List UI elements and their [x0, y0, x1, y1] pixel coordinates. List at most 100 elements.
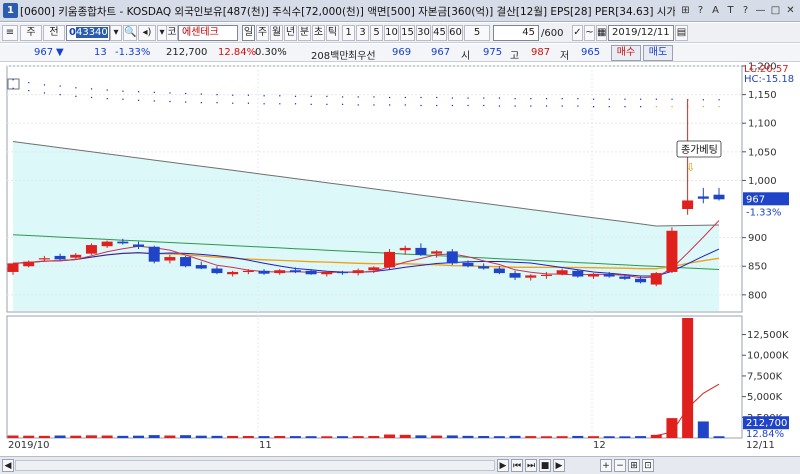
buy-button[interactable]: 매수	[611, 45, 641, 61]
candle-body	[85, 245, 97, 254]
signal-dot-top	[420, 96, 422, 99]
signal-dot-top	[106, 89, 108, 91]
first-bar-icon[interactable]: ⏮	[511, 459, 523, 472]
sell-button[interactable]: 매도	[643, 45, 673, 61]
bar-count-input[interactable]: 45	[493, 25, 539, 41]
candle-body	[195, 265, 207, 269]
signal-dot-top	[357, 96, 359, 98]
scroll-left-icon[interactable]: ◀	[2, 459, 14, 472]
candle-body	[101, 241, 113, 247]
volume-bar	[368, 436, 380, 438]
chart-scrollbar[interactable]	[15, 460, 495, 471]
market-select[interactable]: 주	[20, 25, 42, 41]
zoom-icon[interactable]: ✓	[572, 25, 583, 41]
signal-dot-top	[200, 93, 202, 95]
close-button[interactable]: ✕	[783, 3, 798, 18]
period-tab-day[interactable]: 일	[242, 25, 255, 41]
search-icon[interactable]: 🔍	[123, 25, 137, 41]
volume-bar	[274, 436, 286, 438]
interval-15[interactable]: 15	[400, 25, 415, 41]
stock-code-input[interactable]: 043340	[66, 25, 110, 41]
stock-name-field[interactable]: 에센테크	[178, 25, 238, 41]
candle-body	[117, 241, 129, 244]
volume-tick-label: 12,500K	[747, 330, 789, 341]
code-prefix: 0	[69, 27, 76, 38]
interval-45[interactable]: 45	[432, 25, 447, 41]
help-icon[interactable]: ?	[693, 3, 708, 18]
signal-dot-top	[122, 90, 124, 92]
calendar-icon[interactable]: ▤	[675, 25, 688, 41]
candle-body	[713, 194, 725, 200]
signal-dot-second	[514, 105, 516, 107]
interval-custom-select[interactable]: 5	[464, 25, 490, 41]
signal-dot-top	[545, 98, 548, 100]
period-tab-second[interactable]: 초	[312, 25, 325, 41]
zoom-out-icon[interactable]: −	[614, 459, 626, 472]
volume-bar	[227, 435, 239, 438]
price-volume-chart[interactable]: 1,2001,1501,1001,0501,00090085080012,500…	[0, 62, 800, 462]
candle-body	[415, 247, 427, 255]
tool-icon[interactable]: ▦	[596, 25, 607, 41]
signal-dot-second	[389, 104, 391, 106]
volume-bar	[697, 421, 709, 438]
date-label: 2019/10	[8, 440, 50, 451]
period-tab-minute[interactable]: 분	[298, 25, 311, 41]
info-icon[interactable]: ?	[738, 3, 753, 18]
interval-1[interactable]: 1	[342, 25, 355, 41]
signal-dot-top	[592, 98, 595, 100]
volume-bar	[478, 436, 490, 438]
minimize-button[interactable]: —	[753, 3, 768, 18]
trade-amount: 208백만	[311, 51, 349, 62]
signal-dot-second	[138, 99, 140, 101]
scroll-right-icon[interactable]: ▶	[497, 459, 509, 472]
signal-dot-second	[279, 103, 281, 105]
signal-dot-second	[530, 105, 532, 107]
candle-body	[7, 263, 19, 272]
interval-30[interactable]: 30	[416, 25, 431, 41]
last-bar-icon[interactable]: ⏭	[525, 459, 537, 472]
change-arrow-icon: ▼	[56, 47, 64, 58]
maximize-button[interactable]: □	[768, 3, 783, 18]
stop-icon[interactable]: ■	[539, 459, 551, 472]
candle-body	[650, 273, 662, 285]
zoom-in-icon[interactable]: +	[600, 459, 612, 472]
chart-type-icon[interactable]: ~	[584, 25, 595, 41]
signal-dot-second	[122, 98, 124, 100]
volume-bar	[446, 435, 458, 438]
signal-dot-second	[200, 102, 202, 104]
period-tab-month[interactable]: 월	[270, 25, 283, 41]
signal-dot-top	[640, 98, 642, 100]
candle-body	[399, 247, 411, 251]
signal-dot-top	[530, 98, 532, 100]
speaker-icon[interactable]: ◂)	[138, 25, 156, 41]
date-label: 12/11	[746, 440, 775, 451]
type-select[interactable]: 전	[43, 25, 65, 41]
grid-icon[interactable]: ⊞	[628, 459, 640, 472]
code-dropdown-icon[interactable]: ▾	[110, 25, 122, 41]
volume-bar	[133, 435, 145, 438]
candle-body	[525, 275, 537, 278]
interval-3[interactable]: 3	[356, 25, 369, 41]
volume-bar	[117, 435, 129, 438]
signal-dot-top	[310, 95, 312, 97]
layout-icon[interactable]: ⊞	[678, 3, 693, 18]
signal-dot-top	[718, 99, 720, 101]
interval-5[interactable]: 5	[370, 25, 383, 41]
fit-icon[interactable]: ⊡	[642, 459, 654, 472]
price-tick-label: 850	[748, 262, 767, 273]
period-tab-year[interactable]: 년	[284, 25, 297, 41]
date-input[interactable]: 2019/12/11	[608, 25, 674, 41]
signal-dot-top	[138, 91, 140, 93]
chart-toolbar: ≡ 주 전 043340 ▾ 🔍 ◂) ▾ 코 에센테크 일 주 월 년 분 초…	[0, 23, 800, 43]
date-label: 11	[259, 440, 272, 451]
font-icon[interactable]: A	[708, 3, 723, 18]
text-icon[interactable]: T	[723, 3, 738, 18]
play-icon[interactable]: ▶	[553, 459, 565, 472]
interval-10[interactable]: 10	[384, 25, 399, 41]
volume-bar	[7, 435, 19, 438]
signal-dot-second	[373, 104, 375, 106]
period-tab-week[interactable]: 주	[256, 25, 269, 41]
period-tab-tick[interactable]: 틱	[326, 25, 339, 41]
menu-icon[interactable]: ≡	[2, 25, 18, 41]
interval-60[interactable]: 60	[448, 25, 463, 41]
